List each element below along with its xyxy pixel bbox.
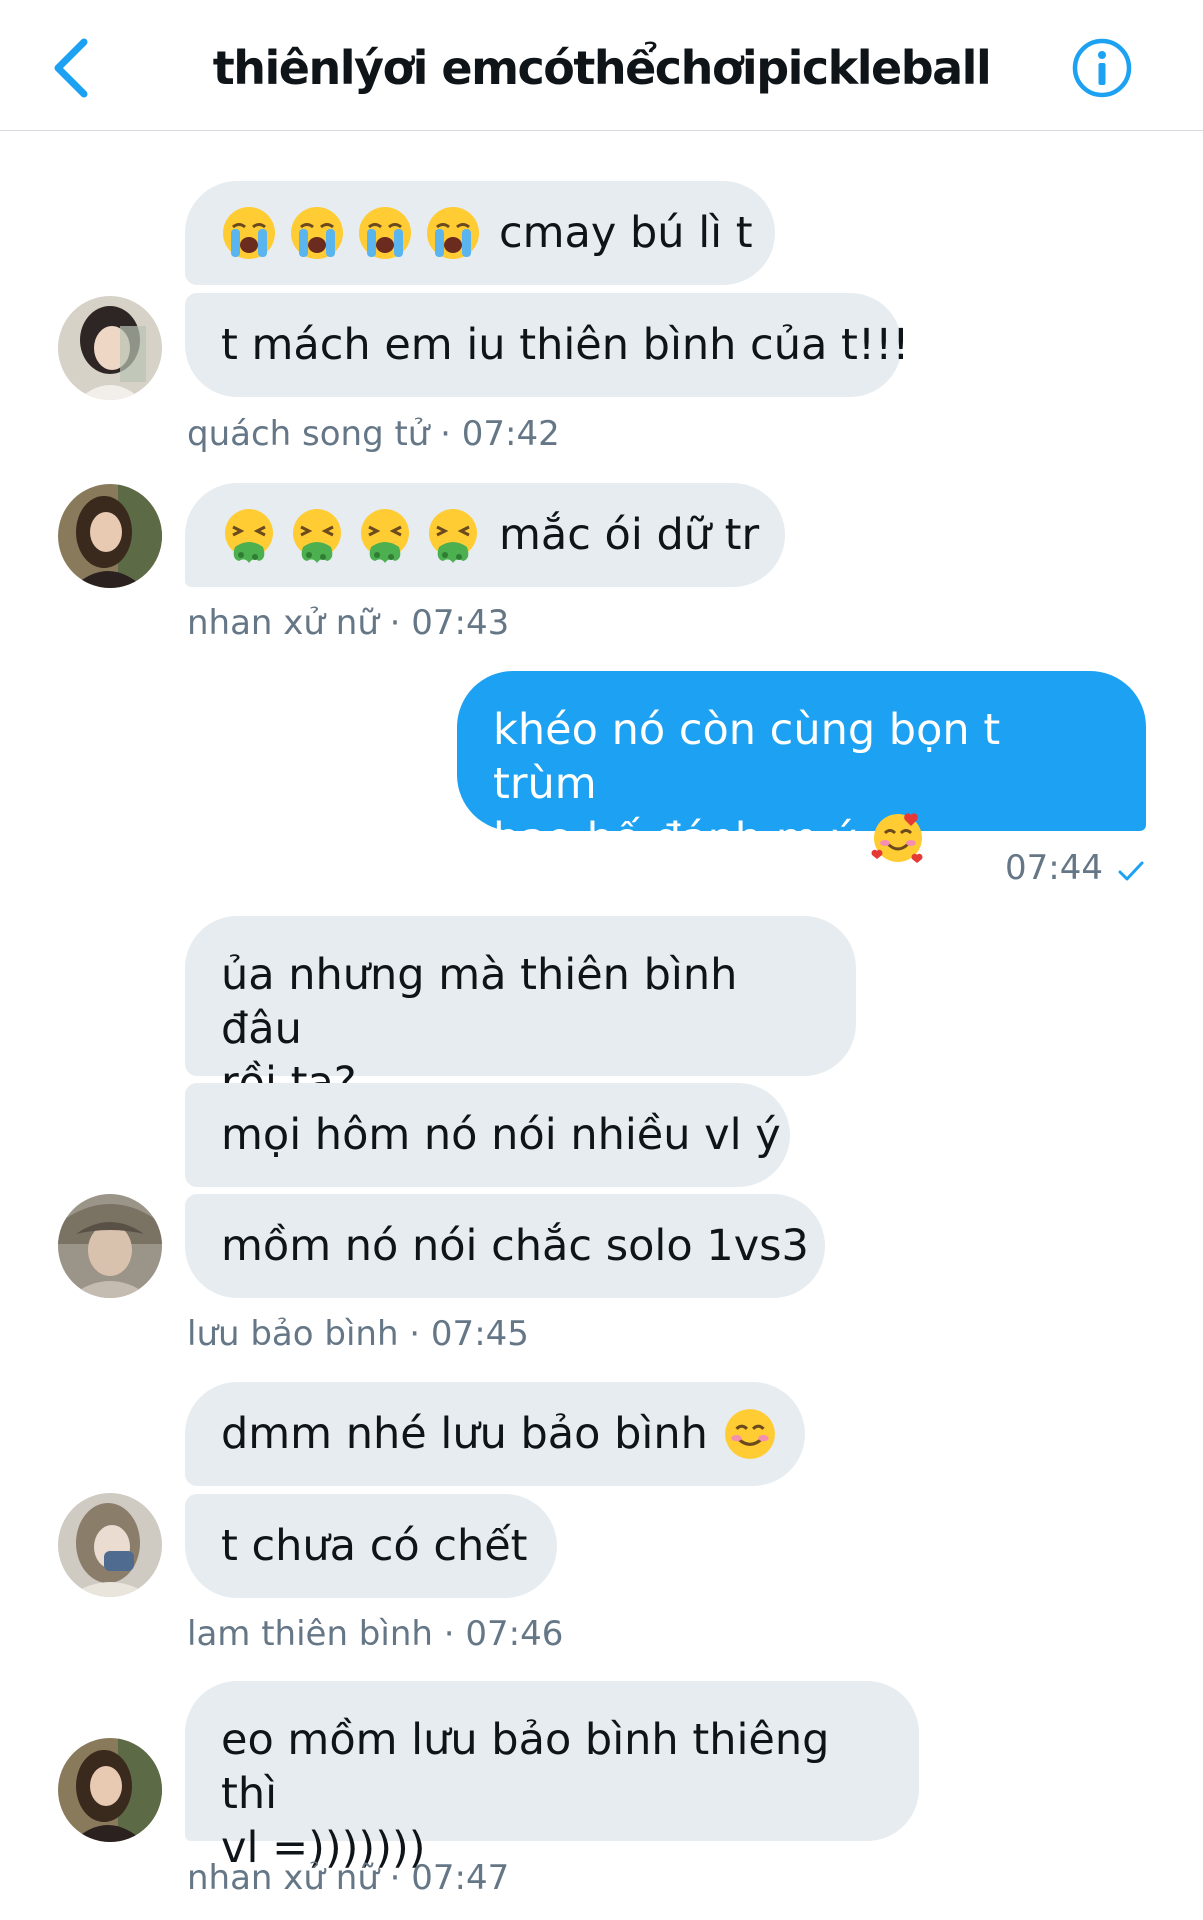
message-meta: lam thiên bình · 07:46 [187, 1614, 564, 1654]
message-bubble[interactable]: ủa nhưng mà thiên bình đâu rồi ta? [185, 916, 856, 1108]
message-text: bao bố đánh m ý [493, 814, 857, 864]
message-bubble[interactable]: mồm nó nói chắc solo 1vs3 [185, 1194, 825, 1298]
message-text: t mách em iu thiên bình của t!!! [221, 320, 910, 370]
message-bubble[interactable]: eo mồm lưu bảo bình thiêng thì vl =)))))… [185, 1681, 919, 1873]
message-meta: nhan xử nữ · 07:47 [187, 1858, 510, 1898]
message-time: 07:44 [1005, 848, 1103, 888]
message-text: mắc ói dữ tr [499, 510, 760, 560]
message-text: cmay bú lì t [499, 208, 753, 258]
avatar[interactable] [58, 296, 162, 400]
message-text: mọi hôm nó nói nhiều vl ý [221, 1110, 781, 1160]
message-bubble[interactable]: mọi hôm nó nói nhiều vl ý [185, 1083, 790, 1187]
loudly-crying-face-icon [357, 205, 413, 261]
face-vomiting-icon [289, 507, 345, 563]
message-bubble[interactable]: dmm nhé lưu bảo bình [185, 1382, 805, 1486]
message-meta: lưu bảo bình · 07:45 [187, 1314, 529, 1354]
message-bubble-outgoing[interactable]: khéo nó còn cùng bọn t trùm bao bố đánh … [457, 671, 1146, 864]
smiling-face-with-hearts-icon [871, 811, 925, 865]
loudly-crying-face-icon [221, 205, 277, 261]
message-text: ủa nhưng mà thiên bình đâu [221, 950, 738, 1054]
chevron-left-icon [54, 38, 88, 98]
avatar[interactable] [58, 484, 162, 588]
avatar[interactable] [58, 1493, 162, 1597]
loudly-crying-face-icon [425, 205, 481, 261]
message-bubble[interactable]: t chưa có chết [185, 1494, 557, 1598]
loudly-crying-face-icon [289, 205, 345, 261]
avatar[interactable] [58, 1194, 162, 1298]
message-bubble[interactable]: mắc ói dữ tr [185, 483, 785, 587]
message-meta: nhan xử nữ · 07:43 [187, 603, 510, 643]
message-bubble[interactable]: cmay bú lì t [185, 181, 775, 285]
message-text: dmm nhé lưu bảo bình [221, 1409, 708, 1459]
back-button[interactable] [44, 34, 104, 98]
info-icon [1072, 38, 1132, 98]
message-text: t chưa có chết [221, 1521, 528, 1571]
sent-check-icon [1118, 861, 1144, 881]
face-vomiting-icon [221, 507, 277, 563]
conversation-title: thiênlýơi emcóthểchơipickleball [212, 41, 992, 95]
message-text: mồm nó nói chắc solo 1vs3 [221, 1221, 809, 1271]
message-meta-outgoing: 07:44 [1005, 848, 1145, 888]
message-meta: quách song tử · 07:42 [187, 414, 560, 454]
face-vomiting-icon [425, 507, 481, 563]
avatar[interactable] [58, 1738, 162, 1842]
message-text: khéo nó còn cùng bọn t trùm [493, 705, 1001, 809]
message-bubble[interactable]: t mách em iu thiên bình của t!!! [185, 293, 910, 397]
face-vomiting-icon [357, 507, 413, 563]
info-button[interactable] [1070, 36, 1134, 100]
conversation-header: thiênlýơi emcóthểchơipickleball [0, 0, 1203, 131]
message-text: eo mồm lưu bảo bình thiêng thì [221, 1715, 830, 1819]
smiling-face-with-smiling-eyes-icon [722, 1406, 778, 1462]
